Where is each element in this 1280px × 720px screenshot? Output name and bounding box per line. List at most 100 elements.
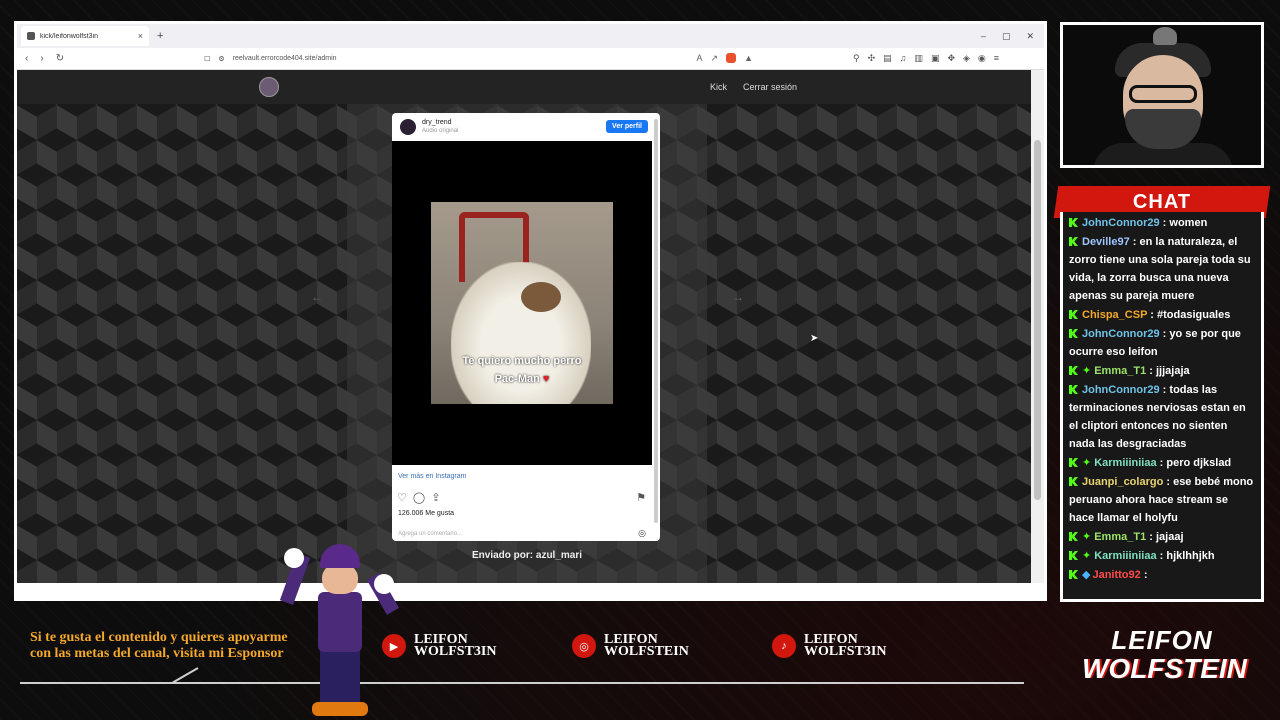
chat-text: : jajaaj — [1146, 531, 1184, 543]
chat-text: : women — [1159, 217, 1208, 229]
webcam-avatar — [1060, 22, 1264, 168]
nav-buttons: ‹ › ↻ — [17, 53, 64, 64]
chat-username[interactable]: JohnConnor29 — [1082, 384, 1160, 396]
chat-message: Juanpi_colargo : ese bebé mono peruano a… — [1069, 473, 1255, 527]
page-scrollbar[interactable] — [1031, 70, 1044, 583]
browser-toolbar: ⚲ ✣ ▤ ♫ ▥ ▣ ✥ ◈ ◉ ≡ — [853, 53, 999, 64]
view-profile-button[interactable]: Ver perfil — [606, 120, 648, 133]
site-info-icon[interactable]: ⚙ — [218, 55, 224, 63]
maximize-icon[interactable]: ▢ — [1002, 31, 1011, 42]
music-icon[interactable]: ♫ — [900, 53, 907, 64]
chat-username[interactable]: Karmiiiniiaa — [1094, 457, 1156, 469]
ig-user-info: dry_trend Audio original — [422, 119, 458, 135]
bookmark-icon[interactable]: ☐ — [204, 55, 210, 63]
kick-badge-icon — [1069, 532, 1078, 541]
chat-username[interactable]: Janitto92 — [1092, 569, 1140, 581]
vpn-icon[interactable]: ◉ — [978, 53, 986, 64]
browser-tab[interactable]: kick/leifonwolfst3in × — [21, 26, 149, 46]
forward-icon[interactable]: › — [40, 53, 43, 64]
nav-link-logout[interactable]: Cerrar sesión — [743, 82, 797, 92]
close-window-icon[interactable]: ✕ — [1026, 31, 1034, 42]
sent-by-label: Enviado por: azul_mari — [471, 550, 583, 561]
tab-favicon-icon — [27, 32, 35, 40]
instagram-embed: dry_trend Audio original Ver perfil Te q… — [392, 113, 660, 541]
site-logo-avatar[interactable] — [259, 77, 279, 97]
chat-box: JohnConnor29 : women Deville97 : en la na… — [1060, 212, 1264, 602]
chat-message: JohnConnor29 : women — [1069, 214, 1255, 232]
extensions-icon[interactable]: ✣ — [868, 53, 876, 64]
chat-message: ✦ Karmiiiniiaa : pero djkslad — [1069, 454, 1255, 472]
chat-text: : #todasiguales — [1147, 309, 1231, 321]
likes-count: 126.006 Me gusta — [398, 510, 455, 517]
back-icon[interactable]: ‹ — [25, 53, 28, 64]
share-icon[interactable]: ↗ — [711, 53, 719, 64]
chat-message: JohnConnor29 : todas las terminaciones n… — [1069, 381, 1255, 453]
wallet-icon[interactable]: ◈ — [963, 53, 970, 64]
tab-title: kick/leifonwolfst3in — [40, 32, 98, 40]
reader-icon[interactable]: ▤ — [883, 53, 892, 64]
chat-text: : pero djkslad — [1156, 457, 1232, 469]
address-text[interactable]: reelvault.errorcode404.site/admin — [233, 55, 337, 62]
heart-icon: ♥ — [542, 373, 550, 385]
ig-header: dry_trend Audio original Ver perfil — [392, 113, 660, 141]
kick-badge-icon — [1069, 237, 1078, 246]
kick-badge-icon — [1069, 329, 1078, 338]
chat-username[interactable]: JohnConnor29 — [1082, 328, 1160, 340]
comment-input[interactable]: Agrega un comentario... — [398, 531, 462, 537]
url-bar: ‹ › ↻ ☐ ⚙ reelvault.errorcode404.site/ad… — [17, 48, 1044, 70]
brave-shield-icon[interactable] — [726, 53, 737, 63]
sub-badge-icon: ✦ — [1082, 550, 1092, 562]
chat-username[interactable]: Juanpi_colargo — [1082, 476, 1163, 488]
next-arrow-icon[interactable]: → — [732, 290, 744, 304]
kick-badge-icon — [1069, 218, 1078, 227]
prev-arrow-icon[interactable]: ← — [311, 290, 323, 304]
rewards-icon[interactable]: ▲ — [744, 53, 753, 64]
menu-icon[interactable]: ≡ — [994, 53, 999, 64]
chat-message: ✦ Emma_T1 : jjjajaja — [1069, 362, 1255, 380]
ig-username[interactable]: dry_trend — [422, 119, 458, 127]
kick-badge-icon — [1069, 310, 1078, 319]
sidebar-icon[interactable]: ▥ — [914, 53, 923, 64]
chat-text: : jjjajaja — [1146, 365, 1190, 377]
address-field[interactable]: ☐ ⚙ reelvault.errorcode404.site/admin — [204, 55, 336, 63]
chat-username[interactable]: Karmiiiniiaa — [1094, 550, 1156, 562]
kick-badge-icon — [1069, 551, 1078, 560]
chat-message: ✦ Karmiiiniiaa : hjklhhjkh — [1069, 547, 1255, 565]
social-youtube[interactable]: ▶ LEIFON WOLFST3IN — [382, 633, 496, 659]
instagram-icon[interactable]: ◎ — [638, 528, 646, 539]
scrollbar-thumb[interactable] — [1034, 140, 1041, 500]
chat-username[interactable]: Deville97 — [1082, 236, 1130, 248]
instagram-icon: ◎ — [572, 634, 596, 658]
kick-badge-icon — [1069, 458, 1078, 467]
chat-username[interactable]: JohnConnor29 — [1082, 217, 1160, 229]
sub-badge-icon: ✦ — [1082, 531, 1092, 543]
chat-username[interactable]: Emma_T1 — [1094, 531, 1146, 543]
tab-close-icon[interactable]: × — [138, 31, 143, 41]
cat-on-head — [1153, 27, 1177, 45]
social-tiktok[interactable]: ♪ LEIFON WOLFST3IN — [772, 633, 886, 659]
glasses-shape — [1129, 85, 1197, 103]
kick-badge-icon — [1069, 366, 1078, 375]
comment-icon[interactable]: ◯ — [413, 491, 425, 504]
view-more-link[interactable]: Ver más en Instagram — [398, 473, 466, 480]
ig-scrollbar[interactable] — [654, 119, 658, 523]
avatar[interactable] — [400, 119, 416, 135]
sub-badge-icon: ✦ — [1082, 365, 1092, 377]
nav-link-kick[interactable]: Kick — [710, 82, 727, 92]
like-icon[interactable]: ♡ — [397, 491, 407, 504]
ig-video[interactable]: Te quiero mucho perro Pac-Man ♥ — [392, 141, 652, 465]
chat-username[interactable]: Chispa_CSP — [1082, 309, 1147, 321]
minimize-icon[interactable]: – — [981, 31, 986, 42]
share-icon[interactable]: ⇪ — [431, 491, 440, 504]
screenshot-icon[interactable]: ▣ — [931, 53, 940, 64]
social-instagram[interactable]: ◎ LEIFON WOLFSTEIN — [572, 633, 689, 659]
bookmark-icon[interactable]: ⚑ — [636, 491, 646, 504]
chat-username[interactable]: Emma_T1 — [1094, 365, 1146, 377]
new-tab-button[interactable]: + — [157, 30, 163, 42]
reload-icon[interactable]: ↻ — [56, 53, 64, 64]
puzzle-icon[interactable]: ✥ — [947, 53, 955, 64]
divider-line — [20, 682, 1024, 684]
pin-icon[interactable]: ⚲ — [853, 53, 860, 64]
translate-icon[interactable]: A — [697, 53, 703, 64]
window-controls: – ▢ ✕ — [981, 31, 1044, 42]
